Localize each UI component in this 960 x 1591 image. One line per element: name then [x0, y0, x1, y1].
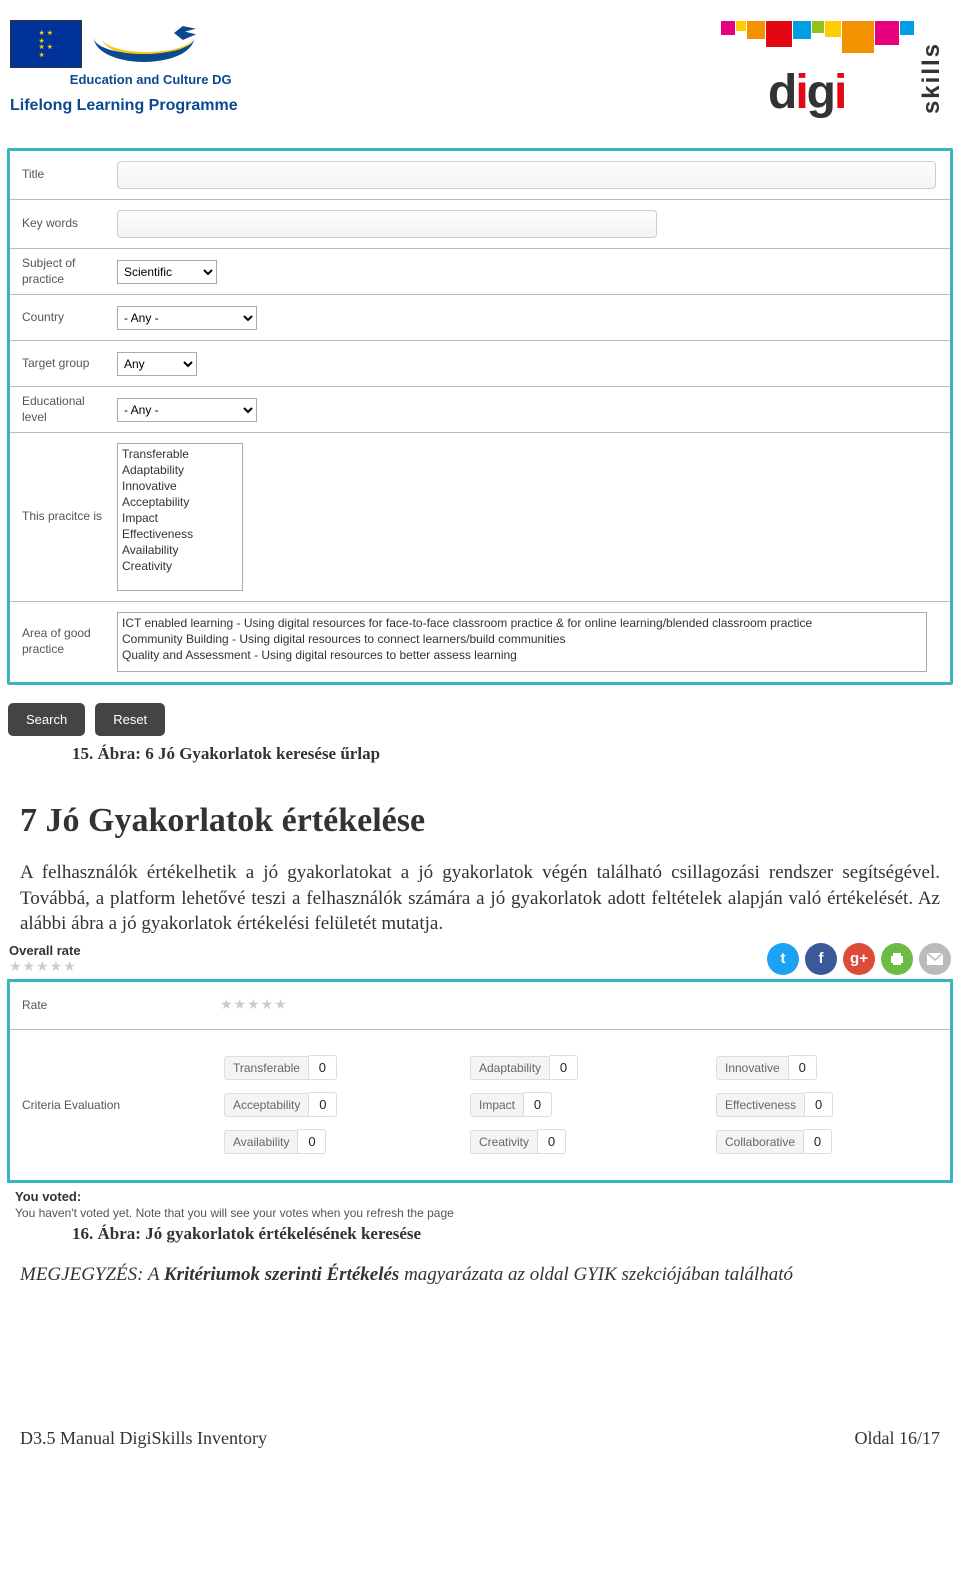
print-icon[interactable]: [881, 943, 913, 975]
title-input[interactable]: [117, 161, 936, 189]
edulevel-label: Educational level: [10, 394, 105, 425]
figure-caption-15: 15. Ábra: 6 Jó Gyakorlatok keresése űrla…: [0, 740, 960, 764]
mail-icon[interactable]: [919, 943, 951, 975]
criteria-item[interactable]: Creativity0: [470, 1129, 690, 1154]
country-select[interactable]: - Any -: [117, 306, 257, 330]
social-row: t f g+: [767, 943, 951, 975]
rating-table: Rate ★★★★★ Criteria Evaluation Transfera…: [7, 979, 953, 1183]
area-label: Area of good practice: [10, 626, 105, 657]
keywords-input[interactable]: [117, 210, 657, 238]
area-listbox[interactable]: ICT enabled learning - Using digital res…: [117, 612, 927, 672]
rate-label: Rate: [10, 998, 210, 1012]
criteria-item[interactable]: Transferable0: [224, 1055, 444, 1080]
you-voted-heading: You voted:: [15, 1189, 945, 1204]
list-item[interactable]: Creativity: [122, 558, 238, 574]
criteria-item[interactable]: Impact0: [470, 1092, 690, 1117]
list-item[interactable]: Availability: [122, 542, 238, 558]
search-form: Title Key words Subject of practice Scie…: [7, 148, 953, 685]
criteria-item[interactable]: Effectiveness0: [716, 1092, 936, 1117]
edulevel-select[interactable]: - Any -: [117, 398, 257, 422]
reset-button[interactable]: Reset: [95, 703, 165, 736]
list-item[interactable]: Community Building - Using digital resou…: [122, 631, 922, 647]
twitter-icon[interactable]: t: [767, 943, 799, 975]
target-select[interactable]: Any: [117, 352, 197, 376]
list-item[interactable]: Innovative: [122, 478, 238, 494]
list-item[interactable]: Quality and Assessment - Using digital r…: [122, 647, 922, 663]
list-item[interactable]: Effectiveness: [122, 526, 238, 542]
criteria-grid: Transferable0 Adaptability0 Innovative0 …: [210, 1043, 950, 1166]
rate-stars[interactable]: ★★★★★: [220, 996, 288, 1012]
practice-label: This pracitce is: [10, 509, 105, 525]
criteria-label: Criteria Evaluation: [10, 1098, 210, 1112]
digiskills-logo: digi skills: [720, 20, 950, 138]
subject-label: Subject of practice: [10, 256, 105, 287]
overall-rate-label: Overall rate: [9, 943, 81, 958]
llp-text: Lifelong Learning Programme: [10, 97, 238, 115]
list-item[interactable]: Adaptability: [122, 462, 238, 478]
body-paragraph: A felhasználók értékelhetik a jó gyakorl…: [0, 860, 960, 937]
figure-caption-16: 16. Ábra: Jó gyakorlatok értékelésének k…: [0, 1220, 960, 1244]
search-button[interactable]: Search: [8, 703, 85, 736]
header-logos: Education and Culture DG Lifelong Learni…: [0, 0, 960, 148]
section-heading: 7 Jó Gyakorlatok értékelése: [0, 764, 960, 860]
subject-select[interactable]: Scientific: [117, 260, 217, 284]
list-item[interactable]: Impact: [122, 510, 238, 526]
list-item[interactable]: Transferable: [122, 446, 238, 462]
criteria-item[interactable]: Acceptability0: [224, 1092, 444, 1117]
target-label: Target group: [10, 356, 105, 372]
criteria-item[interactable]: Adaptability0: [470, 1055, 690, 1080]
eu-flag-icon: [10, 20, 82, 68]
google-plus-icon[interactable]: g+: [843, 943, 875, 975]
criteria-item[interactable]: Innovative0: [716, 1055, 936, 1080]
footer-right: Oldal 16/17: [855, 1428, 941, 1449]
footer-left: D3.5 Manual DigiSkills Inventory: [20, 1428, 267, 1449]
title-label: Title: [10, 167, 105, 183]
criteria-item[interactable]: Collaborative0: [716, 1129, 936, 1154]
criteria-item[interactable]: Availability0: [224, 1129, 444, 1154]
overall-stars: ★★★★★: [9, 958, 81, 975]
facebook-icon[interactable]: f: [805, 943, 837, 975]
practice-listbox[interactable]: Transferable Adaptability Innovative Acc…: [117, 443, 243, 591]
keywords-label: Key words: [10, 216, 105, 232]
edu-culture-text: Education and Culture DG: [70, 72, 232, 87]
note-paragraph: MEGJEGYZÉS: A Kritériumok szerinti Érték…: [0, 1244, 960, 1288]
list-item[interactable]: ICT enabled learning - Using digital res…: [122, 615, 922, 631]
swoosh-icon: [94, 20, 204, 68]
llp-logo-block: Education and Culture DG Lifelong Learni…: [10, 20, 238, 115]
list-item[interactable]: Acceptability: [122, 494, 238, 510]
country-label: Country: [10, 310, 105, 326]
you-voted-note: You haven't voted yet. Note that you wil…: [15, 1206, 945, 1220]
